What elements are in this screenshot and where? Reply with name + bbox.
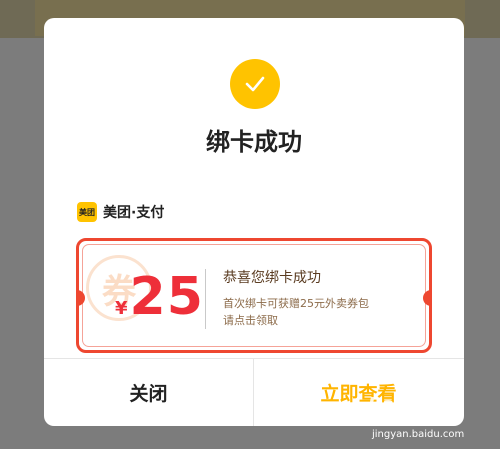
coupon-amount: ¥ 25	[115, 271, 204, 323]
coupon-desc-line1: 首次绑卡可获赠25元外卖券包	[223, 297, 369, 310]
coupon-card[interactable]: 券 ¥ 25 恭喜您绑卡成功 首次绑卡可获赠25元外卖券包 请点击领取	[76, 238, 432, 353]
coupon-desc-line2: 请点击领取	[223, 314, 278, 327]
brand-name: 美团·支付	[103, 205, 165, 221]
coupon-description: 首次绑卡可获赠25元外卖券包 请点击领取	[223, 295, 369, 329]
dialog-title: 绑卡成功	[206, 128, 302, 156]
baidu-watermark: Bai 经验	[368, 394, 443, 415]
coupon-divider	[205, 269, 206, 329]
brand-row: 美团 美团·支付	[77, 202, 164, 222]
success-check-icon	[230, 59, 280, 109]
close-button[interactable]: 关闭	[44, 359, 253, 426]
amount-value: 25	[129, 267, 204, 327]
meituan-logo-icon: 美团	[77, 202, 97, 222]
coupon-heading: 恭喜您绑卡成功	[223, 270, 321, 286]
currency-symbol: ¥	[115, 298, 128, 319]
baidu-watermark-url: jingyan.baidu.com	[372, 429, 465, 440]
bind-card-success-dialog: 绑卡成功 美团 美团·支付 券 ¥ 25 恭喜您绑卡成功 首次绑卡可获赠25元外…	[44, 18, 464, 426]
coupon-notch-right	[423, 290, 429, 306]
